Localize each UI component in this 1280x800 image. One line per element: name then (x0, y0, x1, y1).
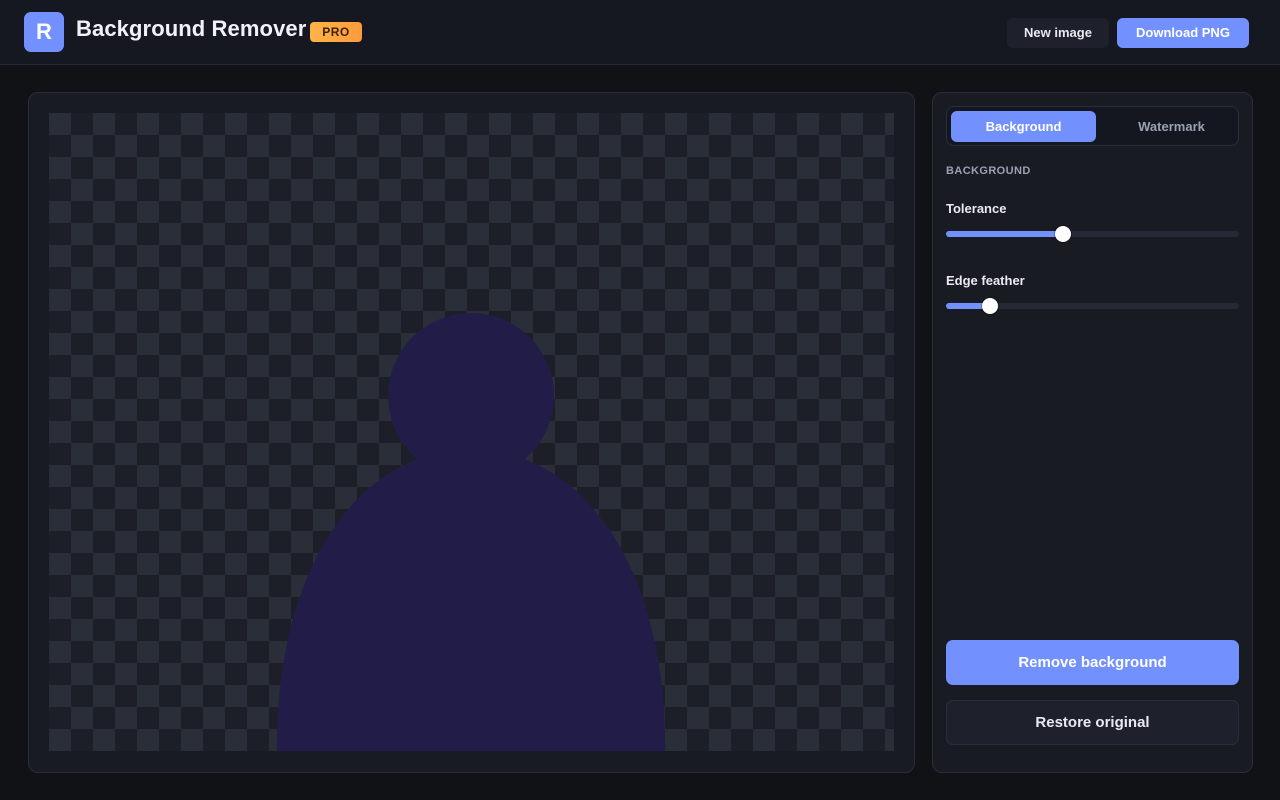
tolerance-label: Tolerance (946, 201, 1007, 216)
download-png-button[interactable]: Download PNG (1117, 18, 1249, 48)
restore-original-button[interactable]: Restore original (946, 700, 1239, 745)
tolerance-slider[interactable] (946, 226, 1239, 242)
mode-tabs: Background Watermark (946, 106, 1239, 146)
settings-panel: Background Watermark BACKGROUND Toleranc… (932, 92, 1253, 773)
subject-body (276, 449, 666, 751)
edge-feather-label: Edge feather (946, 273, 1025, 288)
app-logo: R (24, 12, 64, 52)
top-bar: R Background Remover PRO New image Downl… (0, 0, 1280, 65)
tolerance-slider-fill (946, 231, 1064, 237)
tolerance-slider-thumb[interactable] (1055, 226, 1072, 242)
subject-silhouette (276, 313, 666, 751)
remove-background-button[interactable]: Remove background (946, 640, 1239, 685)
tab-background[interactable]: Background (951, 111, 1096, 142)
image-canvas-panel (28, 92, 915, 773)
tab-watermark[interactable]: Watermark (1099, 111, 1244, 142)
new-image-button[interactable]: New image (1007, 18, 1109, 48)
pro-badge: PRO (310, 22, 362, 42)
section-title: BACKGROUND (946, 165, 1031, 177)
image-canvas[interactable] (49, 113, 894, 751)
edge-feather-slider-thumb[interactable] (981, 298, 998, 314)
edge-feather-slider[interactable] (946, 298, 1239, 314)
app-title: Background Remover (76, 16, 307, 41)
